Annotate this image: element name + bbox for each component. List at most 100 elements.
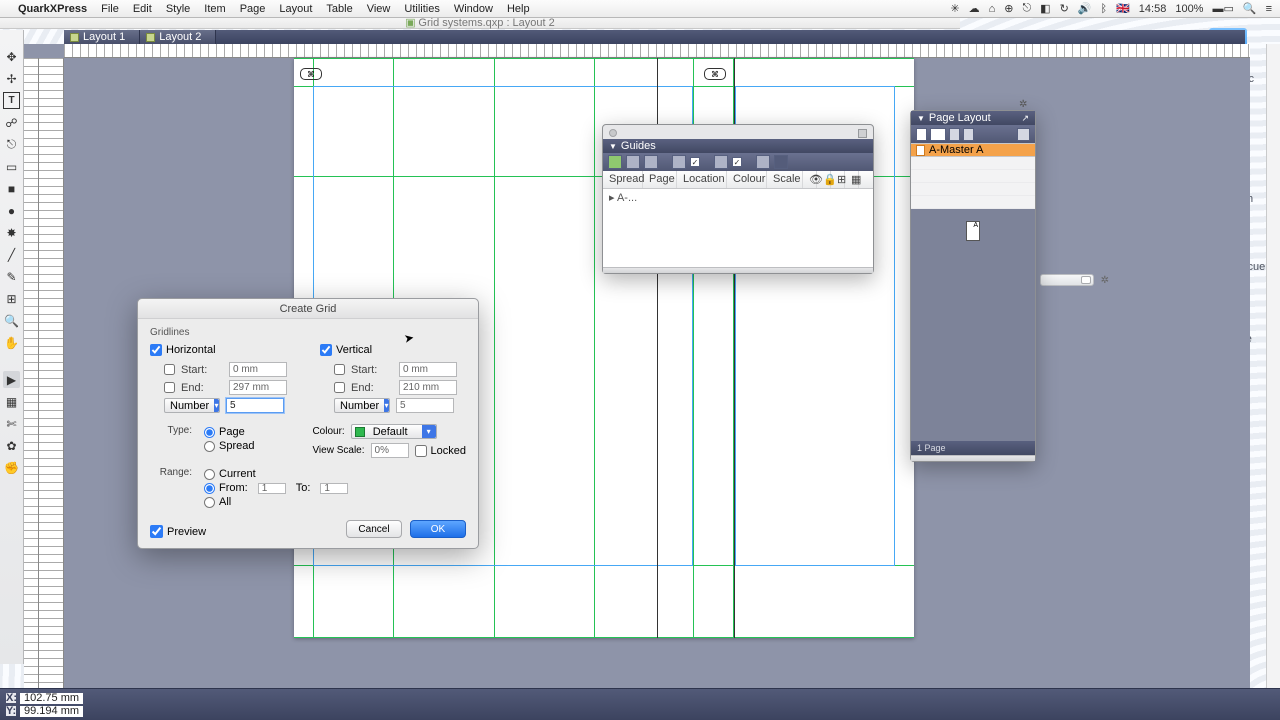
master-page-row[interactable]: A-Master A <box>911 143 1035 157</box>
chain-icon[interactable]: ⌘ <box>704 68 726 80</box>
app-name[interactable]: QuarkXPress <box>18 3 87 15</box>
guide-row[interactable]: ▸ A-... <box>609 192 637 204</box>
selection-tool-icon[interactable]: ▶ <box>3 371 20 388</box>
scrollbar-vertical[interactable] <box>1266 44 1280 706</box>
guide-btn-icon[interactable] <box>626 155 640 169</box>
unlink-tool-icon[interactable]: ⎋ <box>3 136 20 153</box>
close-icon[interactable] <box>609 129 617 137</box>
vertical-checkbox[interactable]: Vertical <box>320 344 466 356</box>
v-mode-select[interactable]: Number▾ <box>334 398 390 413</box>
menu-view[interactable]: View <box>367 3 391 15</box>
volume-icon[interactable]: 🔊 <box>1078 2 1092 15</box>
locked-checkbox[interactable]: Locked <box>415 445 466 457</box>
range-all-radio[interactable]: All <box>204 496 348 508</box>
cancel-button[interactable]: Cancel <box>346 520 402 538</box>
text-tool-icon[interactable]: T <box>3 92 20 109</box>
menu-icon[interactable]: ≡ <box>1266 3 1272 15</box>
y-value[interactable]: 99.194 mm <box>20 706 83 717</box>
detach-icon[interactable]: ↗ <box>1021 113 1029 124</box>
visibility-icon[interactable]: 👁 <box>803 171 817 188</box>
h-start-check[interactable] <box>164 364 175 375</box>
col-icon[interactable]: ⊞ <box>831 171 845 188</box>
v-end-check[interactable] <box>334 382 345 393</box>
lock-icon[interactable]: 🔒 <box>817 171 831 188</box>
x-value[interactable]: 102.75 mm <box>20 693 83 704</box>
v-number-input[interactable] <box>396 398 454 413</box>
rect-tool-icon[interactable]: ■ <box>3 180 20 197</box>
guide-toggle-icon[interactable] <box>714 155 728 169</box>
zoom-tool-icon[interactable]: 🔍 <box>3 312 20 329</box>
pan-tool-icon[interactable]: ✋ <box>3 334 20 351</box>
h-start-input[interactable] <box>229 362 287 377</box>
menu-page[interactable]: Page <box>240 3 266 15</box>
range-from-radio[interactable]: From: To: <box>204 482 348 494</box>
guide-btn-icon[interactable] <box>644 155 658 169</box>
menu-table[interactable]: Table <box>326 3 352 15</box>
facing-page-icon[interactable] <box>930 128 946 141</box>
status-icon[interactable]: ◧ <box>1040 2 1050 15</box>
status-icon[interactable]: ⎋ <box>1022 2 1031 15</box>
chain-icon[interactable]: ⌘ <box>300 68 322 80</box>
item-tool-icon[interactable]: ✥ <box>3 48 20 65</box>
collapse-icon[interactable] <box>858 129 867 138</box>
star-tool-icon[interactable]: ✸ <box>3 224 20 241</box>
menu-window[interactable]: Window <box>454 3 493 15</box>
menu-utilities[interactable]: Utilities <box>404 3 439 15</box>
pen-tool-icon[interactable]: ✎ <box>3 268 20 285</box>
link-tool-icon[interactable]: ☍ <box>3 114 20 131</box>
menu-style[interactable]: Style <box>166 3 190 15</box>
page-icon[interactable] <box>949 128 960 141</box>
viewscale-input[interactable] <box>371 443 409 458</box>
page-icon[interactable] <box>963 128 974 141</box>
status-icon[interactable]: ⊕ <box>1004 2 1013 15</box>
guide-toggle-icon[interactable] <box>672 155 686 169</box>
v-start-input[interactable] <box>399 362 457 377</box>
type-page-radio[interactable]: Page <box>204 426 254 438</box>
pagelayout-header[interactable]: ▼Page Layout↗ <box>911 111 1035 125</box>
single-page-icon[interactable] <box>916 128 927 141</box>
resize-handle[interactable] <box>603 267 873 273</box>
colour-select[interactable]: Default▾ <box>351 424 437 439</box>
tab-layout-1[interactable]: Layout 1 <box>64 30 140 44</box>
tab-layout-2[interactable]: Layout 2 <box>140 30 216 44</box>
status-icon[interactable]: ⌂ <box>989 3 996 15</box>
resize-handle[interactable] <box>911 455 1035 461</box>
guides-header[interactable]: ▼Guides <box>603 139 873 153</box>
status-icon[interactable]: ↻ <box>1060 2 1069 15</box>
picture-tool-icon[interactable]: ▭ <box>3 158 20 175</box>
grab-tool-icon[interactable]: ✊ <box>3 459 20 476</box>
h-mode-select[interactable]: Number▾ <box>164 398 220 413</box>
preview-checkbox[interactable]: Preview <box>150 525 206 538</box>
menu-help[interactable]: Help <box>507 3 530 15</box>
input-flag[interactable]: 🇬🇧 <box>1116 2 1130 15</box>
to-input[interactable] <box>320 483 348 494</box>
status-icon[interactable]: ✳ <box>950 2 959 15</box>
menu-file[interactable]: File <box>101 3 119 15</box>
menu-layout[interactable]: Layout <box>279 3 312 15</box>
ruler-vertical[interactable] <box>24 58 64 698</box>
oval-tool-icon[interactable]: ● <box>3 202 20 219</box>
gear-icon[interactable]: ✲ <box>1101 275 1109 286</box>
guide-check[interactable]: ✓ <box>732 157 742 167</box>
h-number-input[interactable] <box>226 398 284 413</box>
ruler-horizontal[interactable] <box>64 44 1250 58</box>
grid-tool-icon[interactable]: ▦ <box>3 393 20 410</box>
guide-check[interactable]: ✓ <box>690 157 700 167</box>
clock[interactable]: 14:58 <box>1139 3 1167 15</box>
move-tool-icon[interactable]: ✢ <box>3 70 20 87</box>
gear-icon[interactable]: ✲ <box>1019 99 1029 109</box>
hand-tool-icon[interactable]: ✿ <box>3 437 20 454</box>
page-preview[interactable]: A <box>911 209 1035 441</box>
menu-item[interactable]: Item <box>204 3 225 15</box>
scissors-tool-icon[interactable]: ✄ <box>3 415 20 432</box>
v-start-check[interactable] <box>334 364 345 375</box>
col-icon[interactable]: ▦ <box>845 171 859 188</box>
v-end-input[interactable] <box>399 380 457 395</box>
from-input[interactable] <box>258 483 286 494</box>
h-end-check[interactable] <box>164 382 175 393</box>
delete-icon[interactable] <box>1017 128 1030 141</box>
line-tool-icon[interactable]: ╱ <box>3 246 20 263</box>
spotlight-icon[interactable]: 🔍 <box>1243 2 1257 15</box>
add-guide-icon[interactable] <box>608 155 622 169</box>
range-current-radio[interactable]: Current <box>204 468 348 480</box>
